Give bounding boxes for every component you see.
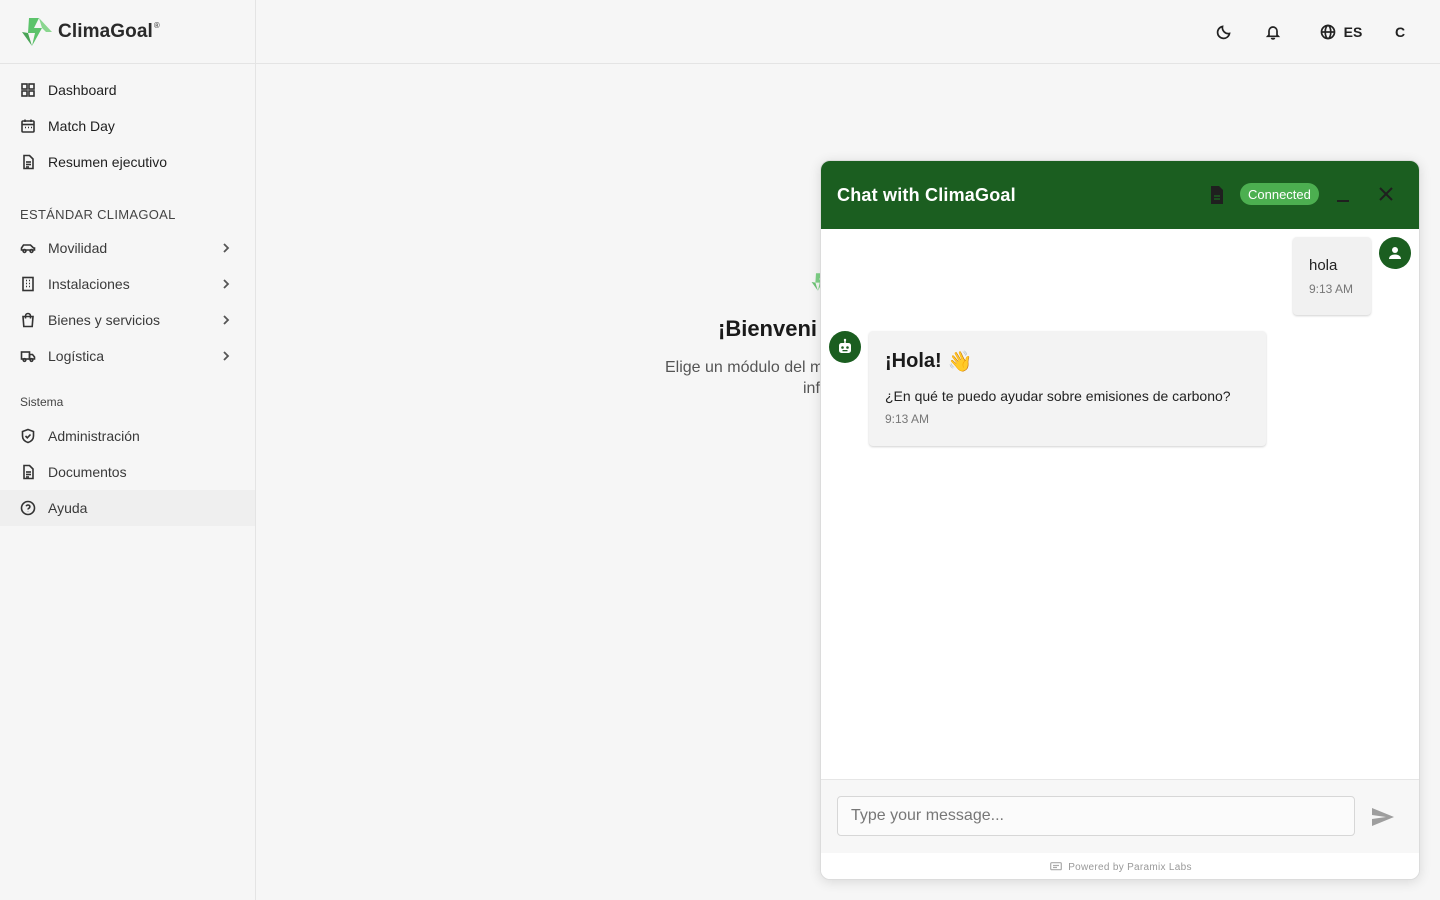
send-icon	[1372, 808, 1394, 826]
chat-title: Chat with ClimaGoal	[837, 184, 1016, 205]
bot-message-text: ¿En qué te puedo ayudar sobre emisiones …	[885, 388, 1231, 404]
powered-by-footer: Powered by Paramix Labs	[821, 853, 1419, 879]
sidebar-item-dashboard[interactable]: Dashboard	[0, 72, 255, 108]
help-circle-icon	[20, 500, 36, 516]
chevron-right-icon	[219, 241, 233, 255]
bot-avatar	[829, 331, 861, 363]
sidebar-item-label: Dashboard	[48, 82, 117, 98]
sidebar-item-label: Match Day	[48, 118, 115, 134]
bell-icon	[1265, 26, 1281, 40]
language-label: ES	[1343, 24, 1363, 40]
section-title-system: Sistema	[20, 395, 64, 409]
sidebar-item-bienes-y-servicios[interactable]: Bienes y servicios	[0, 302, 255, 338]
topbar: ES C	[256, 0, 1440, 64]
chevron-right-icon	[219, 313, 233, 327]
message-timestamp: 9:13 AM	[885, 412, 930, 426]
sidebar-item-instalaciones[interactable]: Instalaciones	[0, 266, 255, 302]
building-icon	[20, 276, 36, 292]
chat-header: Chat with ClimaGoal Connected	[821, 161, 1419, 229]
shopping-bag-icon	[20, 312, 36, 328]
sidebar: ClimaGoal® Dashboard Match Day Resumen e…	[0, 0, 256, 900]
robot-icon	[839, 338, 851, 353]
sidebar-item-movilidad[interactable]: Movilidad	[0, 230, 255, 266]
bot-message-bubble: ¡Hola! 👋 ¿En qué te puedo ayudar sobre e…	[869, 331, 1266, 446]
sidebar-item-label: Administración	[48, 428, 140, 444]
user-message-text: hola	[1309, 257, 1338, 274]
sidebar-item-label: Movilidad	[48, 240, 108, 256]
sidebar-item-label: Ayuda	[48, 500, 88, 516]
welcome-subtitle-continued: inf	[803, 380, 820, 397]
document-icon	[20, 154, 36, 170]
chevron-right-icon	[219, 349, 233, 363]
message-list: hola 9:13 AM ¡Hola! 👋 ¿En qué te puedo a…	[821, 229, 1419, 779]
chat-panel: Chat with ClimaGoal Connected hola 9:13 …	[820, 160, 1420, 880]
chat-bubble-icon	[1050, 862, 1063, 871]
climagoal-logo-icon	[22, 17, 52, 46]
sidebar-item-label: Bienes y servicios	[48, 312, 161, 328]
language-selector[interactable]: ES	[1316, 20, 1366, 44]
minimize-icon[interactable]	[1335, 185, 1353, 205]
sidebar-item-logistica[interactable]: Logística	[0, 338, 255, 374]
sidebar-item-documentos[interactable]: Documentos	[0, 454, 255, 490]
message-timestamp: 9:13 AM	[1309, 282, 1354, 296]
footer-text: Powered by Paramix Labs	[1068, 861, 1192, 873]
message-input[interactable]	[837, 796, 1355, 836]
sidebar-item-ayuda[interactable]: Ayuda	[0, 490, 255, 526]
sidebar-item-label: Documentos	[48, 464, 127, 480]
sidebar-nav: Dashboard Match Day Resumen ejecutivo ES…	[0, 64, 255, 526]
dashboard-grid-icon	[20, 82, 36, 98]
close-icon[interactable]	[1377, 185, 1395, 203]
sidebar-item-resumen-ejecutivo[interactable]: Resumen ejecutivo	[0, 144, 255, 180]
brand-logo[interactable]: ClimaGoal®	[0, 0, 255, 64]
moon-icon	[1216, 25, 1231, 40]
sidebar-item-administracion[interactable]: Administración	[0, 418, 255, 454]
document-icon	[20, 464, 36, 480]
section-title-standard: ESTÁNDAR CLIMAGOAL	[20, 206, 176, 222]
notifications-button[interactable]	[1261, 20, 1285, 44]
send-button[interactable]	[1371, 806, 1395, 828]
bot-greeting: ¡Hola! 👋	[885, 350, 973, 373]
truck-icon	[20, 348, 36, 364]
person-icon	[1389, 247, 1401, 259]
connection-status-badge: Connected	[1240, 183, 1319, 205]
sidebar-item-match-day[interactable]: Match Day	[0, 108, 255, 144]
user-initial: C	[1394, 24, 1406, 40]
brand-name: ClimaGoal®	[58, 20, 160, 42]
sidebar-item-label: Instalaciones	[48, 276, 130, 292]
welcome-title: ¡Bienveni	[718, 316, 818, 341]
globe-icon	[1320, 24, 1336, 40]
user-avatar	[1379, 237, 1411, 269]
car-icon	[20, 240, 36, 256]
transcript-document-icon[interactable]	[1209, 185, 1225, 205]
message-composer	[821, 779, 1419, 853]
user-message-bubble: hola 9:13 AM	[1293, 237, 1371, 315]
sidebar-item-label: Resumen ejecutivo	[48, 154, 168, 170]
theme-toggle-button[interactable]	[1212, 20, 1236, 44]
sidebar-item-label: Logística	[48, 348, 105, 364]
waving-hand-icon: 👋	[947, 351, 973, 373]
chevron-right-icon	[219, 277, 233, 291]
calendar-icon	[20, 118, 36, 134]
user-menu-button[interactable]: C	[1388, 20, 1412, 44]
shield-icon	[20, 428, 36, 444]
